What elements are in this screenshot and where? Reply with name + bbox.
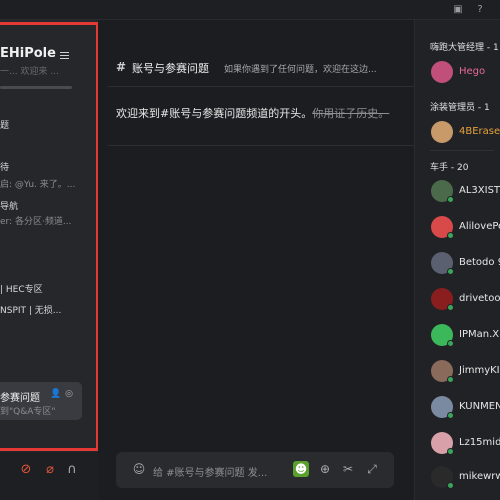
channel-title: 账号与参赛问题 [132,62,209,75]
camera-off-icon[interactable]: ⊘ [18,462,34,478]
member-name[interactable]: Hego [459,66,485,77]
member-name[interactable]: 4BEraser [459,126,500,137]
member-name[interactable]: AlilovePe [459,221,500,232]
online-status [447,232,454,239]
emoji-icon[interactable]: ☺ [131,461,147,477]
hash-icon: # [116,60,127,74]
online-status [447,304,454,311]
channel-preview: er: 各分区·频道... [0,217,72,227]
divider [108,145,414,146]
member-name[interactable]: mikewrw [459,471,500,482]
member-name[interactable]: KUNMEN [459,401,500,412]
avatar[interactable] [431,61,453,83]
member-name[interactable]: Betodo 9 [459,257,500,268]
online-status [447,268,454,275]
server-subtext: 一... 欢迎来 ... [0,67,59,77]
avatar[interactable] [431,121,453,143]
role-header: 车手 - 20 [430,163,469,173]
active-channel-preview: 到"Q&A专区" [0,407,56,417]
expand-icon[interactable]: ⤢ [364,461,380,477]
role-header: 涂装管理员 - 1 [430,103,490,113]
online-status [447,412,454,419]
channel-item[interactable]: 题 [0,118,9,131]
help-icon[interactable]: ? [474,4,486,16]
role-header: 嗨跑大管经理 - 1 [430,43,499,53]
add-user-icon[interactable]: 👤 [50,389,61,399]
message-input[interactable]: 给 #账号与参赛问题 发... [153,464,283,479]
scissors-icon[interactable]: ✂ [340,461,356,477]
sidebar-scrollbar[interactable] [0,86,72,89]
channel-item[interactable]: 待 [0,160,9,173]
online-status [447,448,454,455]
online-status [447,340,454,347]
sticker-icon[interactable]: ☻ [293,461,309,477]
member-name[interactable]: AL3XISTI [459,185,500,196]
online-status [447,376,454,383]
menu-icon[interactable] [60,52,69,59]
online-status [447,482,454,489]
welcome-text: 欢迎来到#账号与参赛问题频道的开头。 [116,107,313,120]
member-name[interactable]: JimmyKI [459,365,500,376]
active-channel-name: 参赛问题 [0,393,40,404]
inbox-icon[interactable]: ▣ [452,4,464,16]
welcome-struck-text: 你用证子历史。 [312,107,390,120]
divider [430,150,494,151]
channel-preview: 启: @Yu. 来了。... [0,180,76,190]
divider [108,86,414,87]
add-icon[interactable]: ⊕ [317,461,333,477]
channel-item[interactable]: NSPIT | 无损... [0,303,61,316]
channel-item[interactable]: | HEC专区 [0,282,43,295]
headset-icon[interactable]: ∩ [64,462,80,478]
settings-icon[interactable]: ◎ [64,389,74,399]
server-name[interactable]: EHiPole [0,46,56,61]
title-bar: ▣ ? [0,0,500,20]
member-name[interactable]: IPMan.X [459,329,499,340]
mic-muted-icon[interactable]: ⌀ [42,462,58,478]
member-name[interactable]: Lz15mid [459,437,500,448]
online-status [447,196,454,203]
channel-item[interactable]: 导航 [0,199,18,212]
welcome-message: 欢迎来到#账号与参赛问题频道的开头。你用证子历史。 [116,106,408,122]
active-channel[interactable]: 参赛问题 到"Q&A专区" [0,382,82,420]
channel-topic[interactable]: 如果你遇到了任何问题，欢迎在这边... [224,62,412,75]
member-name[interactable]: drivetoo [459,293,500,304]
